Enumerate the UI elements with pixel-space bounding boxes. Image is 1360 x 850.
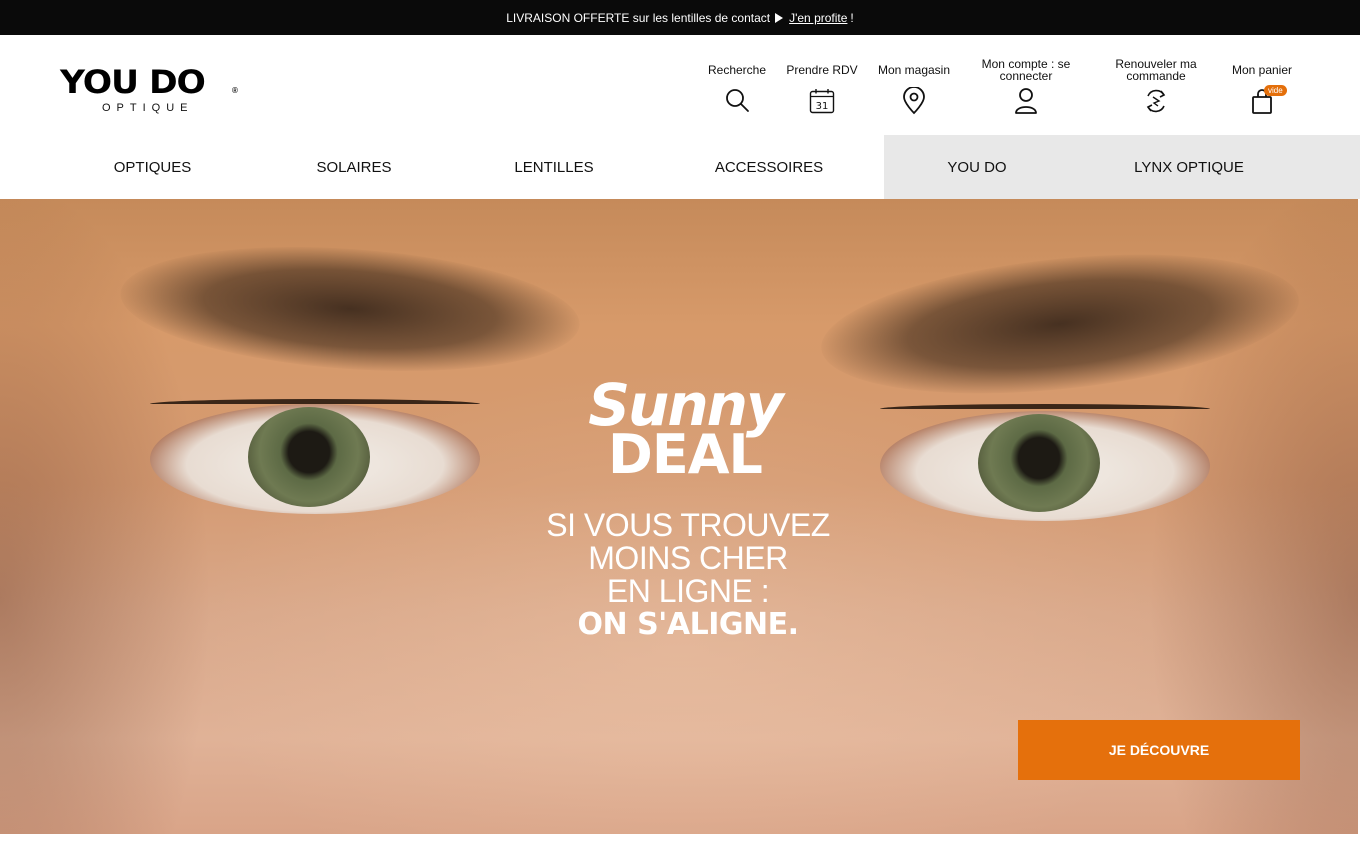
store-button[interactable]: Mon magasin <box>864 57 964 115</box>
hero-title-deal: DEAL <box>608 423 763 486</box>
renew-label: Renouveler ma commande <box>1115 57 1197 83</box>
user-icon <box>1015 88 1037 114</box>
main-nav: OPTIQUES SOLAIRES LENTILLES ACCESSOIRES … <box>0 135 1360 199</box>
account-button[interactable]: Mon compte : se connecter <box>964 57 1088 114</box>
nav-item-you-do[interactable]: YOU DO <box>900 135 1054 199</box>
appointment-label: Prendre RDV <box>786 63 858 77</box>
search-button[interactable]: Recherche <box>694 57 780 113</box>
bottom-strip <box>0 834 1360 850</box>
logo-sub: OPTIQUE <box>102 102 194 114</box>
calendar-day: 31 <box>816 101 829 112</box>
slogan-line-4: ON S'ALIGNE. <box>577 607 799 642</box>
nav-item-optiques[interactable]: OPTIQUES <box>60 135 245 199</box>
promo-suffix: ! <box>850 10 854 25</box>
promo-bar: LIVRAISON OFFERTE sur les lentilles de c… <box>0 0 1360 35</box>
renew-order-button[interactable]: Renouveler ma commande <box>1088 57 1224 113</box>
hero-slogan: SI VOUS TROUVEZ MOINS CHER EN LIGNE : ON… <box>488 507 888 642</box>
nav-item-accessoires[interactable]: ACCESSOIRES <box>662 135 876 199</box>
search-icon <box>726 89 749 112</box>
slogan-line-1: SI VOUS TROUVEZ <box>546 507 830 543</box>
store-label: Mon magasin <box>877 63 951 77</box>
play-arrow-icon <box>775 12 784 23</box>
slogan-line-2: MOINS CHER <box>588 540 788 576</box>
logo-main: YOU DO <box>60 63 206 101</box>
promo-text: LIVRAISON OFFERTE sur les lentilles de c… <box>506 10 771 25</box>
search-label: Recherche <box>707 63 767 77</box>
nav-item-lynx-optique[interactable]: LYNX OPTIQUE <box>1100 135 1278 199</box>
nav-item-solaires[interactable]: SOLAIRES <box>262 135 446 199</box>
discover-button[interactable]: JE DÉCOUVRE <box>1018 720 1300 780</box>
renew-icon <box>1146 89 1166 113</box>
nav-item-lentilles[interactable]: LENTILLES <box>462 135 646 199</box>
cart-label: Mon panier <box>1231 63 1293 77</box>
slogan-line-3: EN LIGNE : <box>606 573 770 609</box>
header-tools: Recherche Prendre RDV 31 Mon magasin Mon… <box>694 57 1300 115</box>
cart-button[interactable]: Mon panier vide <box>1224 57 1300 114</box>
appointment-button[interactable]: Prendre RDV 31 <box>780 57 864 114</box>
site-header: YOU DO ® OPTIQUE Recherche Prendre RDV 3… <box>0 35 1360 135</box>
logo-registered-mark: ® <box>232 86 238 95</box>
account-label: Mon compte : se connecter <box>981 57 1071 83</box>
cart-badge: vide <box>1264 85 1287 96</box>
location-pin-icon <box>903 87 925 115</box>
hero-banner[interactable]: Sunny DEAL SI VOUS TROUVEZ MOINS CHER EN… <box>0 199 1358 834</box>
promo-link[interactable]: J'en profite <box>789 11 847 25</box>
calendar-icon: 31 <box>809 89 835 114</box>
logo[interactable]: YOU DO ® OPTIQUE <box>60 63 245 118</box>
